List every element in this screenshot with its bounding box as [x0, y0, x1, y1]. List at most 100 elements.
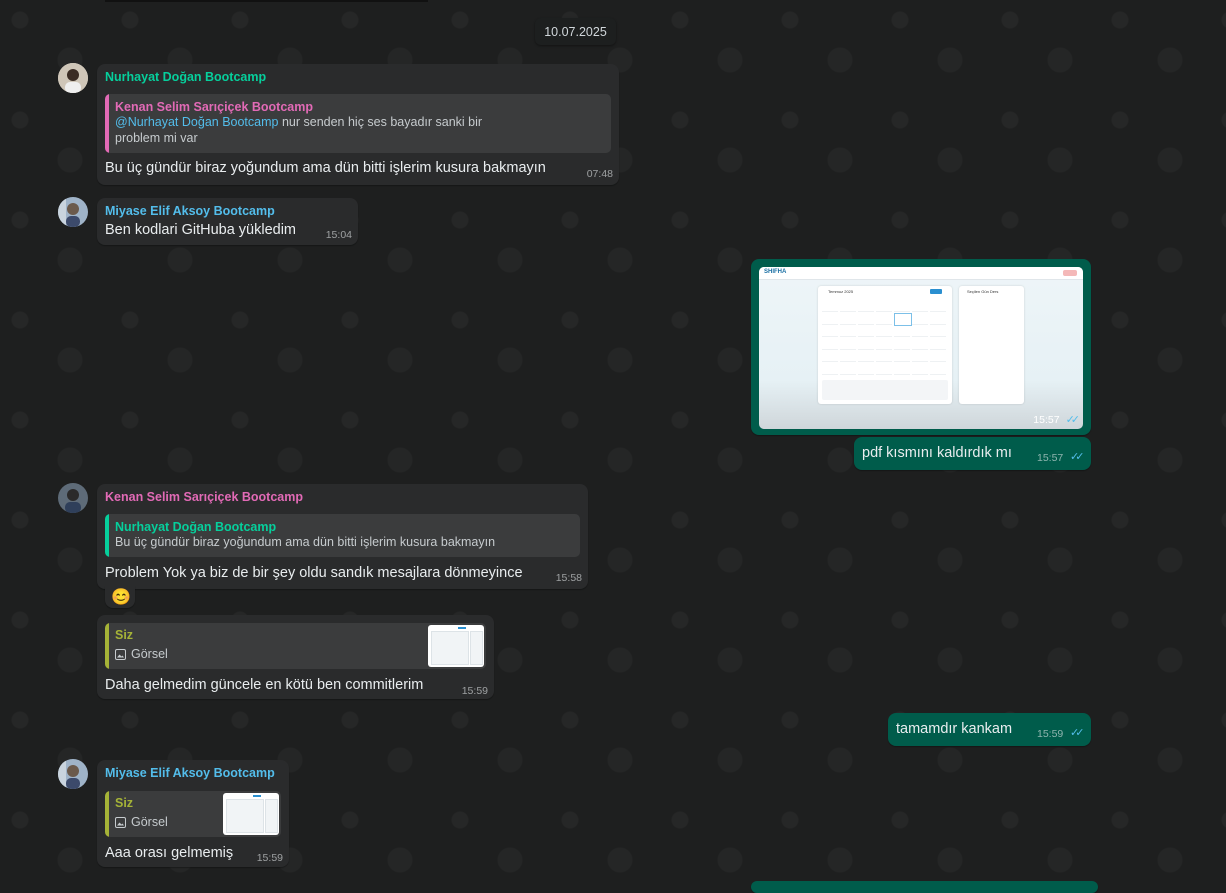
person-photo-icon: [58, 483, 88, 513]
image-icon: [115, 816, 126, 828]
image-calendar-cell: [912, 350, 928, 362]
quoted-message[interactable]: Kenan Selim Sarıçiçek Bootcamp @Nurhayat…: [105, 94, 611, 153]
image-calendar-cell: [840, 313, 856, 325]
quote-text: @Nurhayat Doğan Bootcamp nur senden hiç …: [115, 114, 482, 146]
quote-text: Görsel: [131, 815, 168, 829]
message-time: 15:59: [1037, 728, 1064, 740]
quote-text-line2: problem mi var: [115, 131, 198, 145]
message-bubble[interactable]: pdf kısmını kaldırdık mı 15:57 ✓✓: [854, 437, 1091, 470]
avatar[interactable]: [58, 483, 88, 513]
thumb-button: [253, 795, 261, 797]
sender-name[interactable]: Nurhayat Doğan Bootcamp: [105, 70, 266, 84]
image-calendar-cell: [930, 313, 946, 325]
quote-bar: [105, 514, 109, 557]
message-bubble[interactable]: Nurhayat Doğan Bootcamp Kenan Selim Sarı…: [97, 64, 619, 185]
quote-media-label: Görsel: [115, 815, 168, 829]
person-photo-icon: [58, 197, 88, 227]
image-calendar-cell: [912, 363, 928, 375]
image-calendar-cell: [930, 300, 946, 312]
image-calendar-cell: [876, 313, 892, 325]
image-calendar-cell: [894, 350, 910, 362]
image-calendar-cell: [822, 363, 838, 375]
mention: @Nurhayat Doğan Bootcamp: [115, 115, 279, 129]
image-calendar-cell: [894, 363, 910, 375]
image-calendar-footer: [822, 380, 948, 400]
message-text: Bu üç gündür biraz yoğundum ama dün bitt…: [105, 160, 546, 176]
thumb-side: [265, 799, 278, 833]
image-calendar-cell: [822, 338, 838, 350]
image-calendar-cell: [840, 350, 856, 362]
avatar[interactable]: [58, 63, 88, 93]
image-calendar-cell: [822, 313, 838, 325]
quoted-message[interactable]: Siz Görsel: [105, 623, 486, 669]
image-calendar-cell: [858, 300, 874, 312]
image-calendar-cell: [876, 363, 892, 375]
image-brand: SHIFHA: [764, 269, 787, 275]
message-time: 15:59: [461, 685, 488, 697]
previous-media-edge: [105, 0, 428, 2]
next-message-edge: [751, 881, 1098, 893]
message-text: pdf kısmını kaldırdık mı: [862, 445, 1012, 461]
image-calendar-card: Temmuz 2025: [818, 286, 952, 404]
quote-bar: [105, 623, 109, 669]
quoted-message[interactable]: Nurhayat Doğan Bootcamp Bu üç gündür bir…: [105, 514, 580, 557]
image-meta: 15:57 ✓✓: [1033, 413, 1081, 427]
message-bubble[interactable]: Kenan Selim Sarıçiçek Bootcamp Nurhayat …: [97, 484, 588, 589]
sender-name[interactable]: Miyase Elif Aksoy Bootcamp: [105, 204, 275, 218]
sender-name[interactable]: Miyase Elif Aksoy Bootcamp: [105, 766, 275, 780]
message-bubble[interactable]: Miyase Elif Aksoy Bootcamp Ben kodlari G…: [97, 198, 358, 245]
quote-text: Görsel: [131, 647, 168, 661]
quote-thumbnail: [223, 793, 279, 835]
quote-bar: [105, 791, 109, 837]
image-calendar-cell: [930, 338, 946, 350]
image-calendar-cell: [840, 300, 856, 312]
image-side-title: Seçilen Gün Ders: [967, 289, 999, 294]
image-calendar-cell: [930, 350, 946, 362]
date-separator: 10.07.2025: [535, 18, 616, 45]
person-photo-icon: [58, 63, 88, 93]
message-bubble[interactable]: tamamdır kankam 15:59 ✓✓: [888, 713, 1091, 746]
image-calendar-title: Temmuz 2025: [828, 289, 854, 294]
double-check-icon: ✓✓: [1070, 451, 1085, 463]
quoted-message[interactable]: Siz Görsel: [105, 791, 281, 837]
image-calendar-cell: [894, 300, 910, 312]
double-check-icon: ✓✓: [1065, 414, 1081, 426]
image-message-bubble[interactable]: SHIFHA Temmuz 2025 Seçilen Gün Ders 15:5…: [751, 259, 1091, 435]
message-bubble[interactable]: Siz Görsel Daha gelmedim güncele en kötü…: [97, 615, 494, 699]
message-text: tamamdır kankam: [896, 721, 1013, 737]
image-calendar-cell: [858, 325, 874, 337]
message-text: Problem Yok ya biz de bir şey oldu sandı…: [105, 565, 523, 581]
image-calendar-cell: [912, 325, 928, 337]
thumb-side: [470, 631, 483, 665]
image-calendar-grid: [822, 300, 948, 376]
shared-image[interactable]: SHIFHA Temmuz 2025 Seçilen Gün Ders 15:5…: [759, 267, 1083, 429]
image-calendar-cell: [930, 363, 946, 375]
sender-name[interactable]: Kenan Selim Sarıçiçek Bootcamp: [105, 490, 303, 504]
image-side-card: Seçilen Gün Ders: [959, 286, 1024, 404]
image-calendar-cell: [822, 300, 838, 312]
image-calendar-cell: [858, 350, 874, 362]
image-calendar-cell: [840, 325, 856, 337]
image-calendar-cell: [858, 338, 874, 350]
avatar[interactable]: [58, 197, 88, 227]
image-calendar-cell: [894, 312, 912, 326]
image-icon: [115, 648, 126, 660]
quote-sender: Siz: [115, 628, 134, 642]
image-calendar-cell: [822, 325, 838, 337]
message-bubble-continuation: 😊: [105, 586, 135, 608]
avatar[interactable]: [58, 759, 88, 789]
message-text: Aaa orası gelmemiş: [105, 845, 234, 861]
image-calendar-cell: [840, 363, 856, 375]
image-calendar-cell: [858, 363, 874, 375]
double-check-icon: ✓✓: [1070, 727, 1085, 739]
quote-text: Bu üç gündür biraz yoğundum ama dün bitt…: [115, 535, 496, 549]
image-calendar-cell: [894, 338, 910, 350]
image-calendar-cell: [858, 313, 874, 325]
thumb-button: [458, 627, 466, 629]
image-calendar-cell: [912, 338, 928, 350]
image-calendar-cell: [876, 300, 892, 312]
image-topbar: [759, 267, 1083, 280]
message-bubble[interactable]: Miyase Elif Aksoy Bootcamp Siz Görsel Aa…: [97, 760, 289, 867]
image-calendar-cell: [912, 313, 928, 325]
quote-bar: [105, 94, 109, 153]
